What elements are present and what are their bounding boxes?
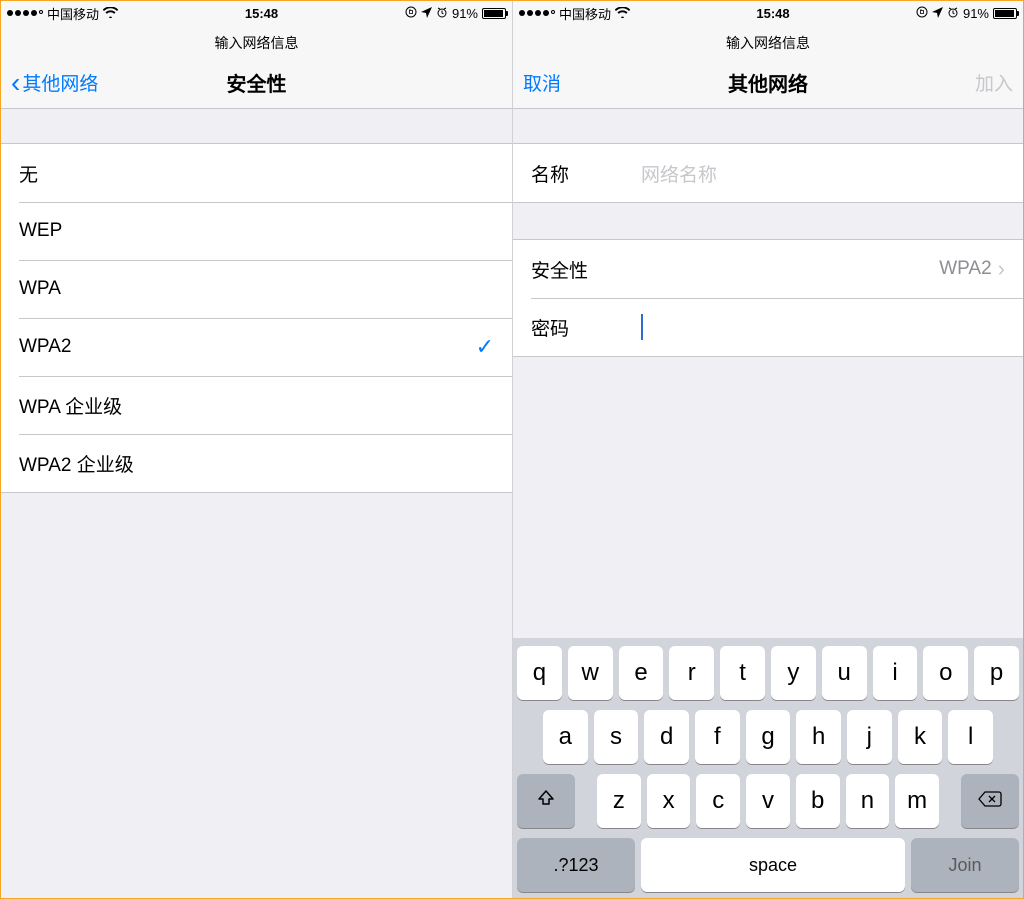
name-placeholder: 网络名称 [641,160,717,187]
key-t[interactable]: t [720,646,765,700]
option-wpa-enterprise[interactable]: WPA 企业级 [1,376,512,434]
text-cursor-icon [641,314,643,340]
key-space[interactable]: space [641,838,905,892]
battery-percent: 91% [963,6,989,21]
navbar: 取消 其他网络 加入 [513,57,1023,109]
carrier-label: 中国移动 [559,4,611,23]
key-m[interactable]: m [895,774,939,828]
key-n[interactable]: n [846,774,890,828]
security-value: WPA2 [939,258,991,280]
key-g[interactable]: g [746,710,791,764]
security-row[interactable]: 安全性 WPA2 › [513,240,1023,298]
keyboard-row-3: z x c v b n m [517,774,1019,828]
key-s[interactable]: s [594,710,639,764]
key-q[interactable]: q [517,646,562,700]
chevron-left-icon: ‹ [11,76,20,90]
shift-icon [536,788,556,814]
chevron-right-icon: › [998,256,1005,282]
key-v[interactable]: v [746,774,790,828]
battery-icon [482,8,506,19]
security-label: 安全性 [531,256,641,283]
key-p[interactable]: p [974,646,1019,700]
status-bar: 中国移动 15:48 91% [1,1,512,25]
option-wpa[interactable]: WPA [1,260,512,318]
key-c[interactable]: c [696,774,740,828]
name-group: 名称 网络名称 [513,143,1023,203]
keyboard-row-4: .?123 space Join [517,838,1019,892]
password-field[interactable]: 密码 [513,298,1023,356]
carrier-label: 中国移动 [47,4,99,23]
signal-dots-icon [519,10,555,16]
key-b[interactable]: b [796,774,840,828]
key-z[interactable]: z [597,774,641,828]
cancel-button[interactable]: 取消 [523,69,561,96]
keyboard: q w e r t y u i o p a s d f g h j k l [513,638,1023,898]
location-icon [932,6,943,21]
key-d[interactable]: d [644,710,689,764]
key-h[interactable]: h [796,710,841,764]
key-w[interactable]: w [568,646,613,700]
alarm-icon [436,6,448,21]
key-backspace[interactable] [961,774,1019,828]
key-r[interactable]: r [669,646,714,700]
option-wpa2-enterprise[interactable]: WPA2 企业级 [1,434,512,492]
back-button[interactable]: ‹ 其他网络 [11,69,98,96]
clock-label: 15:48 [630,6,916,21]
name-label: 名称 [531,160,641,187]
network-name-field[interactable]: 名称 网络名称 [513,144,1023,202]
key-e[interactable]: e [619,646,664,700]
key-y[interactable]: y [771,646,816,700]
subnav-label: 输入网络信息 [1,25,512,57]
join-button[interactable]: 加入 [975,69,1013,96]
security-options-group: 无 WEP WPA WPA2 ✓ WPA 企业级 WPA2 企业级 [1,143,512,493]
status-bar: 中国移动 15:48 91% [513,1,1023,25]
security-group: 安全性 WPA2 › 密码 [513,239,1023,357]
key-numbers[interactable]: .?123 [517,838,635,892]
backspace-icon [978,788,1002,814]
orientation-lock-icon [405,6,417,21]
key-join[interactable]: Join [911,838,1019,892]
key-f[interactable]: f [695,710,740,764]
back-label: 其他网络 [22,69,98,96]
password-label: 密码 [531,314,641,341]
key-l[interactable]: l [948,710,993,764]
key-k[interactable]: k [898,710,943,764]
phone-security-screen: 中国移动 15:48 91% 输入网络信息 [1,1,512,898]
key-x[interactable]: x [647,774,691,828]
keyboard-row-2: a s d f g h j k l [517,710,1019,764]
phone-other-network-screen: 中国移动 15:48 91% 输入网络信息 [512,1,1023,898]
key-i[interactable]: i [873,646,918,700]
page-title: 其他网络 [513,68,1023,97]
wifi-icon [103,6,118,21]
navbar: ‹ 其他网络 安全性 [1,57,512,109]
alarm-icon [947,6,959,21]
checkmark-icon: ✓ [476,334,494,360]
location-icon [421,6,432,21]
key-j[interactable]: j [847,710,892,764]
key-u[interactable]: u [822,646,867,700]
option-none[interactable]: 无 [1,144,512,202]
subnav-label: 输入网络信息 [513,25,1023,57]
orientation-lock-icon [916,6,928,21]
option-wep[interactable]: WEP [1,202,512,260]
battery-icon [993,8,1017,19]
battery-percent: 91% [452,6,478,21]
key-shift[interactable] [517,774,575,828]
key-a[interactable]: a [543,710,588,764]
keyboard-row-1: q w e r t y u i o p [517,646,1019,700]
clock-label: 15:48 [118,6,405,21]
wifi-icon [615,6,630,21]
signal-dots-icon [7,10,43,16]
option-wpa2[interactable]: WPA2 ✓ [1,318,512,376]
key-o[interactable]: o [923,646,968,700]
